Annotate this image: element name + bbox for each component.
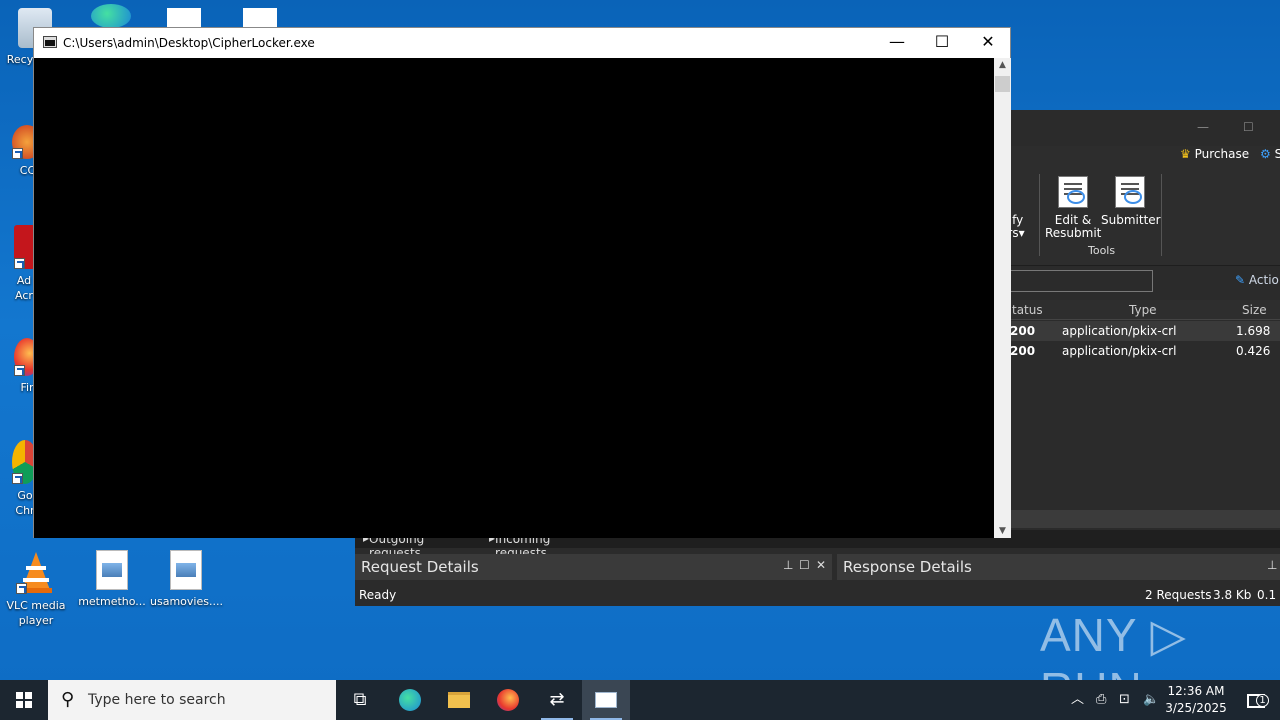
minimize-button[interactable]: — — [874, 28, 920, 58]
pin-icon[interactable]: ⊥ — [1267, 558, 1277, 572]
taskbar-clock[interactable]: 12:36 AM 3/25/2025 — [1164, 683, 1228, 717]
clock-date: 3/25/2025 — [1165, 701, 1227, 715]
pin-icon[interactable]: ⊥ — [783, 558, 793, 572]
clock-time: 12:36 AM — [1167, 684, 1225, 698]
gear-icon: ⚙ — [1260, 147, 1271, 161]
desktop-icon-usamovies-file[interactable]: usamovies.... — [150, 550, 223, 609]
console-app-icon — [43, 36, 57, 48]
submitter-icon — [1115, 176, 1145, 208]
row-type: application/pkix-crl — [1062, 324, 1177, 338]
shortcut-arrow-icon — [12, 148, 23, 159]
response-details-title: Response Details — [843, 558, 972, 576]
filter-input[interactable] — [995, 270, 1153, 292]
edge-icon — [91, 4, 131, 28]
submitter-label: Submitter — [1101, 213, 1161, 227]
scroll-thumb[interactable] — [995, 76, 1010, 92]
close-panel-icon[interactable]: ✕ — [816, 558, 826, 572]
crown-icon: ♛ — [1180, 147, 1191, 161]
search-placeholder: Type here to search — [88, 692, 226, 708]
shortcut-arrow-icon — [12, 473, 23, 484]
search-icon: ⚲ — [61, 689, 75, 710]
scroll-down-arrow-icon[interactable]: ▼ — [994, 526, 1011, 536]
ribbon-separator — [1039, 174, 1040, 256]
desktop-icon-label: Go Chr — [15, 489, 35, 517]
close-button[interactable]: ✕ — [965, 28, 1011, 58]
image-file-icon — [170, 550, 202, 590]
settings-link[interactable]: ⚙ Se — [1260, 147, 1280, 161]
edit-resubmit-icon — [1058, 176, 1088, 208]
purchase-link[interactable]: ♛ Purchase — [1180, 147, 1249, 161]
minimize-button[interactable]: — — [1197, 120, 1209, 134]
edit-icon: ✎ — [1235, 273, 1246, 287]
edge-taskbar-icon[interactable] — [386, 680, 434, 720]
column-size[interactable]: Size — [1242, 303, 1267, 317]
desktop-icon-label: VLC media player — [6, 599, 66, 627]
maximize-button[interactable]: ☐ — [1243, 120, 1254, 134]
response-details-panel: Response Details ⊥ — [837, 554, 1280, 580]
status-time: 0.1 S — [1257, 588, 1280, 602]
purchase-label: Purchase — [1194, 147, 1250, 161]
console-window[interactable]: C:\Users\admin\Desktop\CipherLocker.exe … — [33, 27, 1011, 538]
row-status: 200 — [1010, 344, 1036, 358]
taskbar-search-box[interactable]: ⚲ Type here to search — [48, 680, 336, 720]
column-type[interactable]: Type — [1129, 303, 1157, 317]
grid-horizontal-scrollbar[interactable] — [1010, 510, 1280, 528]
start-button[interactable] — [0, 680, 48, 720]
desktop-icon-vlc[interactable]: VLC media player — [0, 550, 72, 628]
row-type: application/pkix-crl — [1062, 344, 1177, 358]
settings-label: Se — [1274, 147, 1280, 161]
row-size: 0.426 — [1236, 344, 1271, 358]
document-icon — [243, 8, 277, 28]
taskbar: ⚲ Type here to search ⧉ ⇄ ︿ ⎙ ⊡ 🔈 12:36 … — [0, 680, 1280, 720]
actions-label: Actio — [1248, 273, 1279, 287]
show-hidden-icons-chevron-icon[interactable]: ︿ — [1071, 680, 1084, 720]
desktop-icon-label: usamovies.... — [150, 595, 223, 608]
status-bar: Ready 2 Requests 3.8 Kb 0.1 S — [355, 584, 1280, 606]
request-details-panel: Request Details ⊥ ☐ ✕ — [355, 554, 832, 580]
edit-resubmit-label-2: Resubmit — [1045, 226, 1102, 240]
volume-icon[interactable]: 🔈 — [1143, 680, 1159, 720]
desktop-icon-metmethod-file[interactable]: metmetho... — [76, 550, 148, 609]
console-vertical-scrollbar[interactable]: ▲ ▼ — [994, 58, 1011, 538]
status-request-count: 2 Requests — [1145, 588, 1212, 602]
console-title: C:\Users\admin\Desktop\CipherLocker.exe — [63, 36, 315, 50]
column-status[interactable]: tatus — [1012, 303, 1043, 317]
actions-button[interactable]: ✎ Actio — [1235, 273, 1279, 287]
status-ready: Ready — [359, 588, 397, 602]
firefox-taskbar-icon[interactable] — [484, 680, 532, 720]
desktop-icon-label: metmetho... — [78, 595, 146, 608]
fiddler-taskbar-icon[interactable]: ⇄ — [533, 680, 581, 720]
console-taskbar-icon[interactable] — [582, 680, 630, 720]
status-size: 3.8 Kb — [1213, 588, 1252, 602]
restore-icon[interactable]: ☐ — [799, 558, 810, 572]
vlc-cone-icon — [16, 550, 56, 594]
file-explorer-icon[interactable] — [435, 680, 483, 720]
scroll-up-arrow-icon[interactable]: ▲ — [994, 60, 1011, 70]
edit-resubmit-button[interactable]: Edit & Resubmit — [1045, 176, 1101, 240]
image-file-icon — [96, 550, 128, 590]
document-icon — [167, 8, 201, 28]
windows-logo-icon — [16, 692, 32, 708]
submitter-button[interactable]: Submitter — [1101, 176, 1161, 227]
shortcut-arrow-icon — [16, 583, 27, 594]
desktop-icon-label: Ad Acr — [15, 274, 33, 302]
maximize-button[interactable]: ☐ — [919, 28, 965, 58]
request-details-title: Request Details — [361, 558, 479, 576]
row-size: 1.698 — [1236, 324, 1271, 338]
shortcut-arrow-icon — [14, 258, 25, 269]
network-device-icon[interactable]: ⎙ — [1096, 680, 1106, 720]
ribbon-group-tools: Tools — [1088, 244, 1116, 257]
console-titlebar[interactable]: C:\Users\admin\Desktop\CipherLocker.exe … — [34, 28, 1010, 58]
task-view-icon[interactable]: ⧉ — [336, 680, 384, 720]
row-status: 200 — [1010, 324, 1036, 338]
ribbon-separator — [1161, 174, 1162, 256]
console-output-area[interactable] — [34, 58, 994, 538]
notification-count: 1 — [1256, 694, 1269, 707]
notification-center-icon[interactable]: 1 — [1232, 680, 1280, 720]
shortcut-arrow-icon — [14, 365, 25, 376]
network-icon[interactable]: ⊡ — [1119, 680, 1130, 720]
